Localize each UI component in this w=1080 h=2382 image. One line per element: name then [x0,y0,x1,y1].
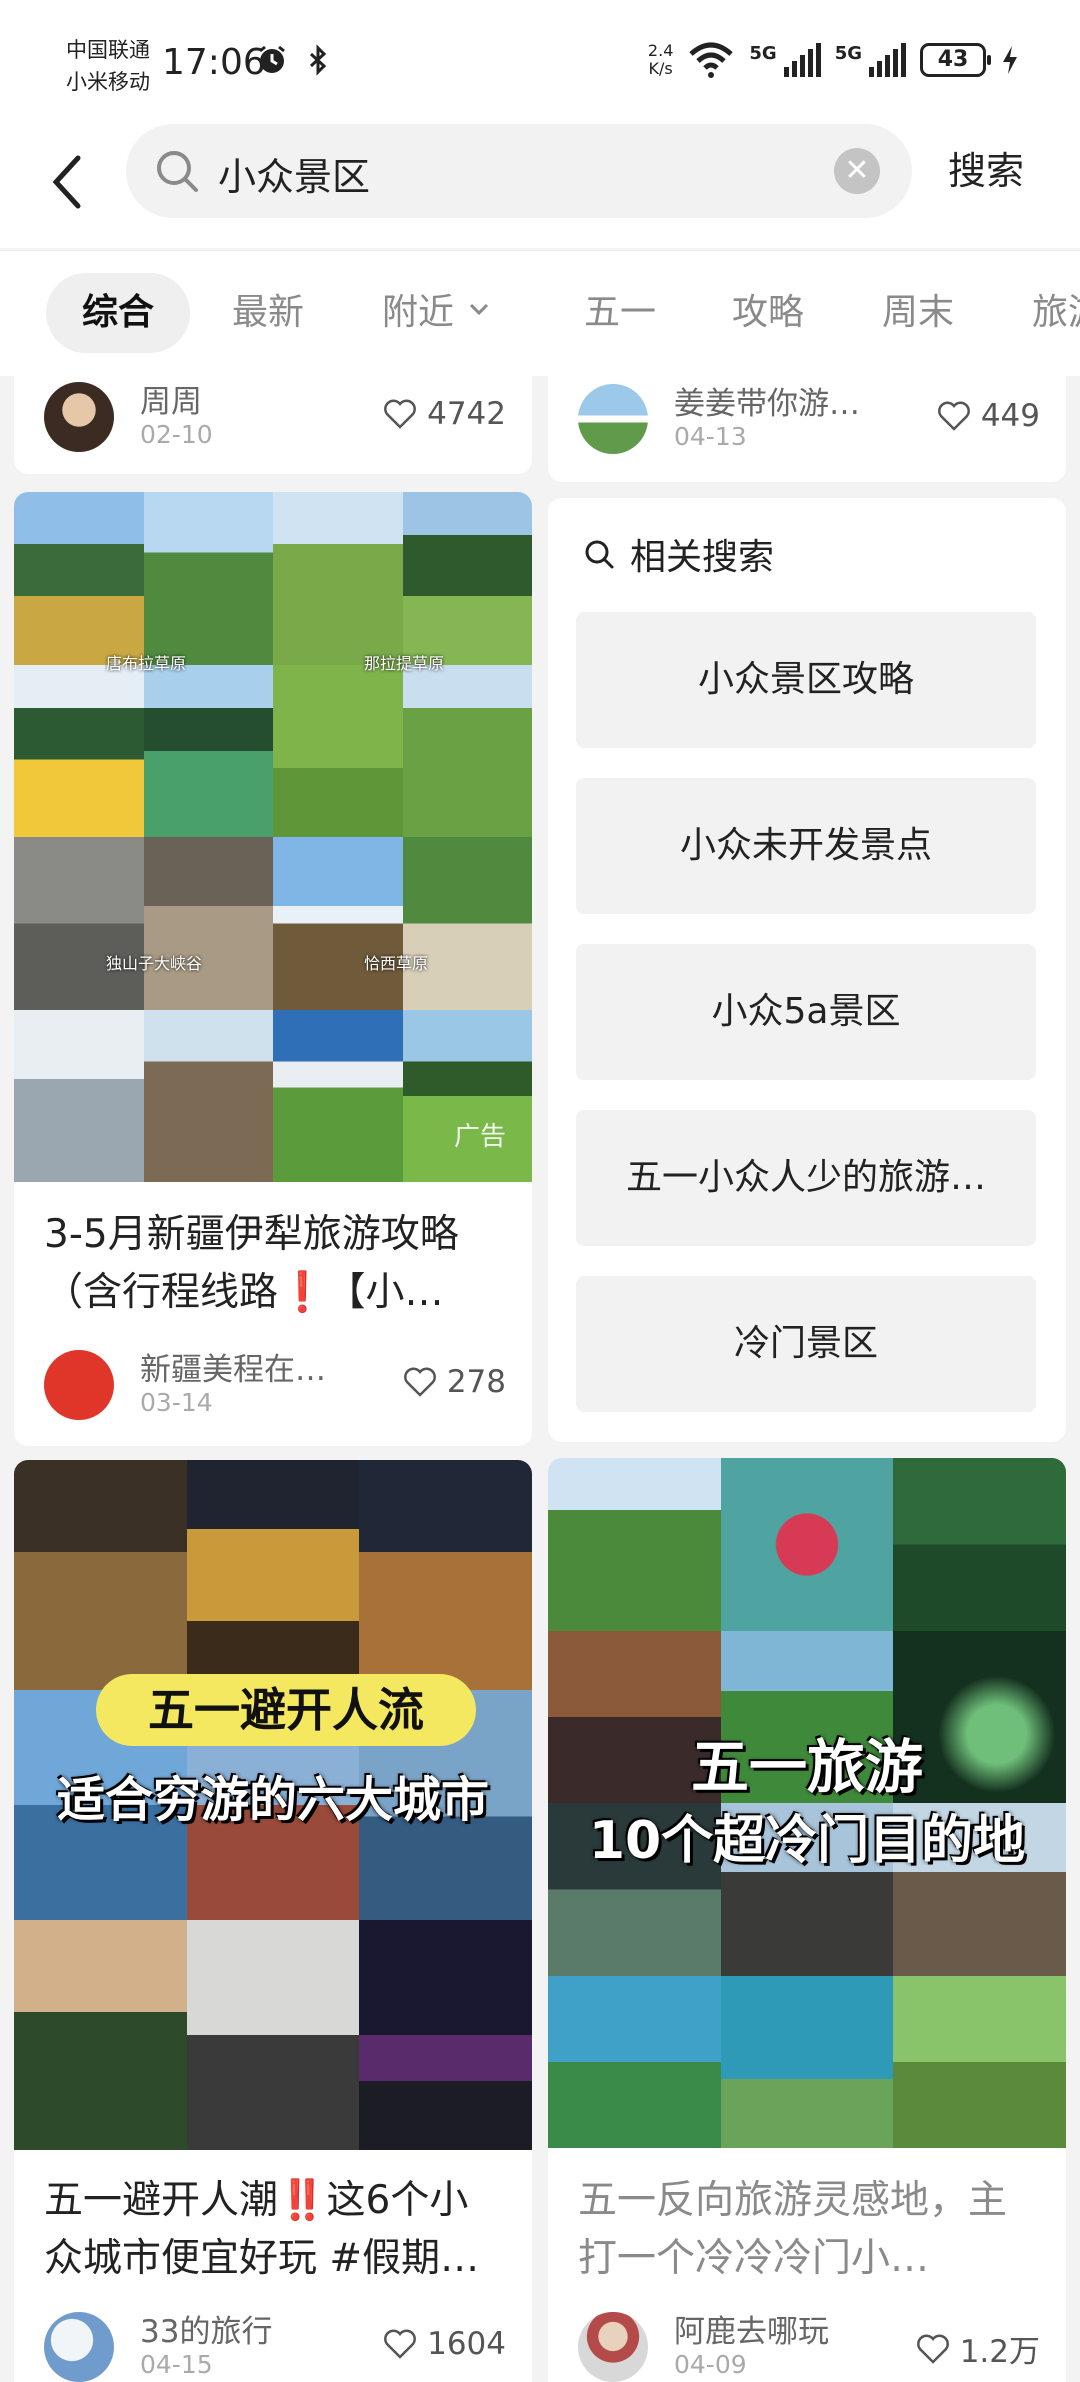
avatar[interactable] [578,384,648,454]
carrier-info: 中国联通 小米移动 [66,34,150,98]
chevron-down-icon [469,303,489,316]
note-author: 姜姜带你游… 04-13 449 [578,378,1040,462]
post-date: 02-10 [140,420,213,449]
like-button[interactable]: 278 [403,1364,506,1400]
note-card[interactable]: 五一旅游 10个超冷门目的地 五一反向旅游灵感地，主打一个冷冷冷门小… 阿鹿去哪… [548,1458,1066,2382]
note-author: 33的旅行 04-15 1604 [44,2306,506,2382]
author-name[interactable]: 姜姜带你游… [674,378,860,423]
like-button[interactable]: 1.2万 [916,2326,1040,2371]
search-button[interactable]: 搜索 [948,140,1024,195]
image-caption: 恰西草原 [364,954,429,973]
clock: 17:06 [162,42,266,83]
heart-icon [384,399,417,429]
related-searches-title: 相关搜索 [630,537,775,578]
search-query[interactable]: 小众景区 [218,146,370,201]
battery-indicator: 43 [920,43,991,77]
related-search-item[interactable]: 小众景区攻略 [576,612,1036,748]
cover-subtitle: 适合穷游的六大城市 [56,1772,489,1828]
net-speed: 2.4 K/s [648,42,673,78]
close-icon: ✕ [844,153,870,188]
note-author: 阿鹿去哪玩 04-09 1.2万 [578,2306,1040,2382]
tab-weekend[interactable]: 周末 [882,273,954,353]
post-date: 04-13 [674,422,747,451]
related-searches-header: 相关搜索 [582,528,774,580]
related-search-item[interactable]: 五一小众人少的旅游… [576,1110,1036,1246]
heart-icon [403,1367,436,1397]
status-bar: 中国联通 小米移动 17:06 2.4 K/s 5G 5G 43 [0,0,1080,118]
note-card[interactable]: 姜姜带你游… 04-13 449 [548,376,1066,482]
note-title[interactable]: 五一反向旅游灵感地，主打一个冷冷冷门小… [578,2172,1040,2288]
tab-nearby-label: 附近 [382,292,455,333]
avatar[interactable] [578,2312,648,2382]
back-button[interactable] [40,144,100,220]
like-button[interactable]: 1604 [383,2326,506,2362]
cover-subtitle: 10个超冷门目的地 [588,1811,1026,1871]
signal-2-icon: 5G [835,43,906,77]
net-speed-unit: K/s [648,59,673,78]
note-title[interactable]: 3-5月新疆伊犁旅游攻略（含行程线路❗️【小… [44,1206,506,1322]
cover-banner: 五一避开人流 [96,1674,476,1746]
signal-2-label: 5G [834,43,862,64]
charging-icon [1003,46,1017,74]
image-caption: 独山子大峡谷 [106,954,203,973]
tab-travel[interactable]: 旅游 [1032,273,1080,353]
tab-latest[interactable]: 最新 [232,273,304,353]
signal-1-icon: 5G [749,43,821,77]
note-author: 新疆美程在… 03-14 278 [44,1344,506,1428]
related-search-item[interactable]: 冷门景区 [576,1276,1036,1412]
avatar[interactable] [44,382,114,452]
avatar[interactable] [44,1350,114,1420]
note-title[interactable]: 五一避开人潮‼️这6个小众城市便宜好玩 #假期… [44,2172,506,2288]
cover-banner: 五一旅游 [690,1733,923,1801]
search-input[interactable]: 小众景区 ✕ [126,124,912,218]
image-caption: 那拉提草原 [364,654,445,673]
post-date: 03-14 [140,1388,213,1417]
like-count: 4742 [427,396,506,432]
ad-badge: 广告 [453,1122,506,1152]
search-results-feed: 周周 02-10 4742 姜姜带你游… 04-13 449 唐布拉草原 那拉提… [0,376,1080,2382]
net-speed-value: 2.4 [647,41,674,60]
related-search-item[interactable]: 小众未开发景点 [576,778,1036,914]
note-card[interactable]: 唐布拉草原 那拉提草原 独山子大峡谷 恰西草原 广告 3-5月新疆伊犁旅游攻略（… [14,492,532,1446]
post-date: 04-15 [140,2350,213,2379]
search-header: 小众景区 ✕ 搜索 [0,118,1080,248]
heart-icon [916,2334,949,2364]
note-card[interactable]: 周周 02-10 4742 [14,376,532,474]
avatar[interactable] [44,2312,114,2382]
bluetooth-icon [309,44,327,76]
note-card[interactable]: 五一避开人流 适合穷游的六大城市 五一避开人潮‼️这6个小众城市便宜好玩 #假期… [14,1460,532,2382]
related-searches-panel: 相关搜索 小众景区攻略 小众未开发景点 小众5a景区 五一小众人少的旅游… 冷门… [548,498,1066,1442]
author-name[interactable]: 33的旅行 [140,2306,272,2351]
note-author: 周周 02-10 4742 [44,376,506,460]
heart-icon [937,401,970,431]
author-name[interactable]: 周周 [140,376,202,421]
post-date: 04-09 [674,2350,747,2379]
carrier-2: 小米移动 [66,70,150,94]
carrier-1: 中国联通 [66,38,150,62]
wifi-icon [689,42,734,78]
filter-tabs: 综合 最新 附近 五一 攻略 周末 旅游 [0,250,1080,376]
signal-1-label: 5G [749,43,777,64]
like-count: 1.2万 [959,2334,1040,2370]
cover-image[interactable] [14,492,532,1182]
heart-icon [384,2329,417,2359]
related-search-item[interactable]: 小众5a景区 [576,944,1036,1080]
search-icon [157,151,198,192]
like-button[interactable]: 449 [937,398,1040,434]
like-count: 278 [446,1364,506,1400]
tab-comprehensive[interactable]: 综合 [46,273,191,353]
image-caption: 唐布拉草原 [106,654,187,673]
author-name[interactable]: 新疆美程在… [140,1344,326,1389]
clear-search-button[interactable]: ✕ [834,148,880,194]
search-icon [585,540,614,569]
author-name[interactable]: 阿鹿去哪玩 [674,2306,829,2351]
alarm-icon [259,45,285,73]
like-count: 1604 [427,2326,506,2362]
tab-nearby[interactable]: 附近 [382,273,490,353]
tab-guide[interactable]: 攻略 [732,273,804,353]
like-button[interactable]: 4742 [383,396,506,432]
like-count: 449 [980,398,1040,434]
tab-may-day[interactable]: 五一 [584,273,656,353]
